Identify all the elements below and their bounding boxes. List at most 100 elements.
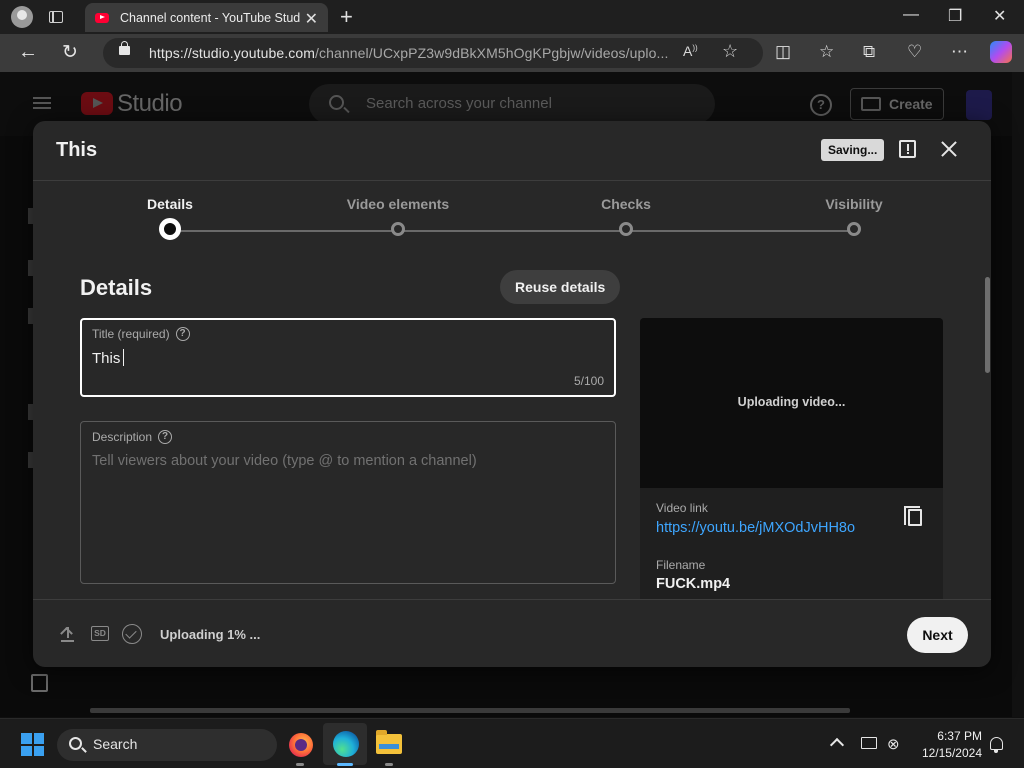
url-path: /channel/UCxpPZ3w9dBkXM5hOgKPgbjw/videos… xyxy=(315,45,669,61)
checks-icon xyxy=(122,624,142,644)
step-details[interactable]: Details xyxy=(90,196,250,240)
collections-icon[interactable]: ⧉ xyxy=(863,42,875,62)
reload-button[interactable]: ↻ xyxy=(62,41,78,64)
create-video-icon xyxy=(861,97,881,111)
title-label-text: Title (required) xyxy=(92,327,170,341)
window-minimize-button[interactable]: — xyxy=(903,6,919,24)
title-label: Title (required)? xyxy=(92,327,190,341)
help-circle-icon[interactable]: ? xyxy=(175,327,190,341)
network-icon[interactable]: ⊗ xyxy=(887,735,900,753)
system-clock[interactable]: 6:37 PM 12/15/2024 xyxy=(910,728,982,762)
help-icon[interactable]: ? xyxy=(810,94,832,116)
explorer-running-indicator xyxy=(385,763,393,766)
search-icon xyxy=(329,95,344,110)
section-heading: Details xyxy=(80,275,153,300)
window-restore-button[interactable]: ❐ xyxy=(948,6,962,26)
video-link[interactable]: https://youtu.be/jMXOdJvHH8o xyxy=(656,520,855,536)
copy-icon[interactable] xyxy=(904,506,922,526)
upload-icon xyxy=(61,625,74,640)
lock-icon[interactable] xyxy=(119,41,130,55)
taskbar: Search ⊗ 6:37 PM 12/15/2024 xyxy=(0,718,1024,768)
tab-actions-icon[interactable] xyxy=(49,11,63,23)
stepper-line xyxy=(170,230,854,232)
description-input[interactable]: Tell viewers about your video (type @ to… xyxy=(92,453,477,469)
dialog-footer: SD Uploading 1% ... Next xyxy=(33,599,991,667)
description-label-text: Description xyxy=(92,430,153,444)
title-char-counter: 5/100 xyxy=(573,374,604,388)
upload-status: Uploading 1% ... xyxy=(160,627,261,642)
dialog-header: This Saving... xyxy=(33,121,991,181)
url-host: https://studio.youtube.com xyxy=(149,45,316,61)
next-button[interactable]: Next xyxy=(907,617,968,653)
monitor-icon[interactable] xyxy=(861,737,877,749)
details-scroll-area[interactable]: Details Reuse details Title (required)? … xyxy=(33,251,991,599)
split-screen-icon[interactable]: ◫ xyxy=(775,42,791,62)
step-checks[interactable]: Checks xyxy=(546,196,706,236)
create-button[interactable]: Create xyxy=(850,88,944,120)
title-field[interactable]: Title (required)? This 5/100 xyxy=(80,318,616,397)
favorites-icon[interactable]: ☆ xyxy=(819,42,834,62)
step-dot xyxy=(391,222,405,236)
dialog-title: This xyxy=(56,139,98,161)
browser-tab-bar: Channel content - YouTube Studio ✕ + — ❐… xyxy=(0,0,1024,34)
step-dot xyxy=(847,222,861,236)
firefox-icon[interactable] xyxy=(289,733,313,757)
step-dot-active xyxy=(159,218,181,240)
step-label: Visibility xyxy=(825,196,883,212)
studio-search-bar[interactable]: Search across your channel xyxy=(309,84,715,124)
sd-icon: SD xyxy=(91,626,109,641)
edge-icon[interactable] xyxy=(333,731,359,757)
description-label: Description? xyxy=(92,430,173,444)
tab-close-icon[interactable]: ✕ xyxy=(305,9,318,29)
text-caret xyxy=(123,349,125,366)
close-icon[interactable] xyxy=(938,138,960,160)
page-scrollbar[interactable] xyxy=(1012,72,1024,717)
feedback-icon[interactable] xyxy=(899,140,916,158)
clock-time: 6:37 PM xyxy=(937,729,982,743)
upload-icon-base xyxy=(61,640,74,642)
browser-tab-active[interactable]: Channel content - YouTube Studio ✕ xyxy=(85,3,328,32)
file-explorer-icon[interactable] xyxy=(376,730,402,754)
title-input[interactable]: This xyxy=(92,349,125,367)
step-label: Details xyxy=(147,196,193,212)
read-aloud-glyph: A xyxy=(683,43,693,59)
youtube-favicon xyxy=(95,12,109,23)
url-bar[interactable]: https://studio.youtube.com/channel/UCxpP… xyxy=(103,38,763,68)
filename-value: FUCK.mp4 xyxy=(656,576,731,592)
title-input-value: This xyxy=(92,350,121,367)
preview-status: Uploading video... xyxy=(737,395,846,409)
studio-search-input[interactable]: Search across your channel xyxy=(366,95,552,112)
copilot-icon[interactable] xyxy=(990,41,1012,63)
taskbar-search[interactable]: Search xyxy=(57,729,277,761)
browser-essentials-icon[interactable]: ♡ xyxy=(907,42,922,62)
avatar[interactable] xyxy=(966,90,992,120)
window-close-button[interactable]: ✕ xyxy=(993,6,1006,26)
more-icon[interactable]: ⋯ xyxy=(951,42,968,62)
youtube-logo[interactable] xyxy=(81,92,113,115)
read-aloud-icon[interactable]: A)) xyxy=(683,43,698,59)
bell-icon[interactable] xyxy=(990,737,1003,753)
clock-date: 12/15/2024 xyxy=(921,746,982,760)
url-text[interactable]: https://studio.youtube.com/channel/UCxpP… xyxy=(149,45,668,61)
help-circle-icon[interactable]: ? xyxy=(158,430,173,444)
tab-title: Channel content - YouTube Studio xyxy=(120,10,300,25)
step-label: Checks xyxy=(601,196,651,212)
favorite-star-icon[interactable]: ☆ xyxy=(722,41,738,62)
firefox-running-indicator xyxy=(296,763,304,766)
back-button[interactable]: ← xyxy=(18,41,38,64)
horizontal-scrollbar[interactable] xyxy=(90,708,850,713)
chevron-up-icon[interactable] xyxy=(829,737,845,753)
profile-avatar-icon[interactable] xyxy=(11,6,33,28)
reuse-details-button[interactable]: Reuse details xyxy=(500,270,621,304)
taskbar-search-label: Search xyxy=(93,736,138,752)
sidebar-feedback-icon[interactable] xyxy=(31,674,48,692)
windows-logo-icon[interactable] xyxy=(21,733,44,756)
scroll-thumb[interactable] xyxy=(985,277,990,373)
step-video-elements[interactable]: Video elements xyxy=(318,196,478,236)
description-field[interactable]: Description? Tell viewers about your vid… xyxy=(80,421,616,584)
new-tab-button[interactable]: + xyxy=(340,4,353,30)
video-preview: Uploading video... xyxy=(640,318,943,488)
step-visibility[interactable]: Visibility xyxy=(774,196,934,236)
hamburger-icon[interactable] xyxy=(33,97,51,109)
dialog-scrollbar[interactable] xyxy=(985,269,991,599)
